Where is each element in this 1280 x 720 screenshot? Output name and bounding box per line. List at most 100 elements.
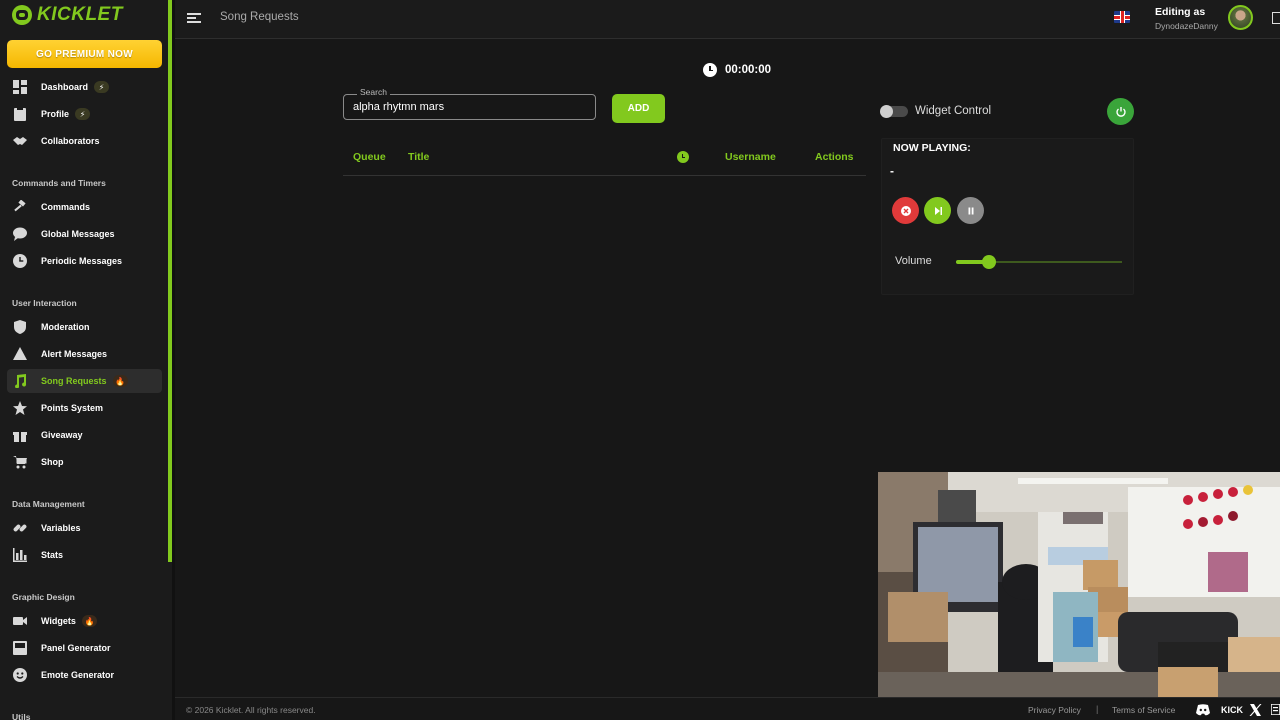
gift-icon <box>13 428 27 442</box>
column-title[interactable]: Title <box>408 151 429 163</box>
sidebar-item-shop[interactable]: Shop <box>7 450 162 474</box>
profile-icon <box>13 107 27 121</box>
sidebar-item-variables[interactable]: Variables <box>7 516 162 540</box>
sidebar-item-alert-messages[interactable]: Alert Messages <box>7 342 162 366</box>
go-premium-button[interactable]: GO PREMIUM NOW <box>7 40 162 68</box>
search-input[interactable] <box>353 99 588 115</box>
section-data-management: Data Management <box>12 499 85 509</box>
sidebar-item-label: Panel Generator <box>41 643 111 653</box>
search-field[interactable]: Search <box>343 87 596 120</box>
sidebar-item-points-system[interactable]: Points System <box>7 396 162 420</box>
column-username[interactable]: Username <box>725 151 776 163</box>
terms-of-service-link[interactable]: Terms of Service <box>1112 705 1175 715</box>
shield-icon <box>13 320 27 334</box>
pause-button[interactable] <box>957 197 984 224</box>
footer-separator: | <box>1096 704 1099 714</box>
avatar[interactable] <box>1228 5 1253 30</box>
sidebar-item-panel-generator[interactable]: Panel Generator <box>7 636 162 660</box>
pause-icon <box>968 207 973 214</box>
x-twitter-icon[interactable] <box>1248 703 1262 716</box>
copyright-text: © 2026 Kicklet. All rights reserved. <box>186 705 316 715</box>
power-button[interactable] <box>1107 98 1134 125</box>
dashboard-icon <box>13 80 27 94</box>
sidebar-item-widgets[interactable]: Widgets 🔥 <box>7 609 162 633</box>
sidebar-item-label: Alert Messages <box>41 349 108 359</box>
now-playing-track: - <box>890 164 894 178</box>
sidebar-item-label: Shop <box>41 457 64 467</box>
page-title: Song Requests <box>220 11 299 23</box>
clock-icon <box>13 254 27 268</box>
logout-icon[interactable] <box>1272 12 1280 24</box>
sidebar-item-stats[interactable]: Stats <box>7 543 162 567</box>
column-actions: Actions <box>815 151 854 163</box>
volume-slider-thumb[interactable] <box>982 255 997 269</box>
music-icon <box>13 374 27 388</box>
video-icon <box>13 614 27 628</box>
link-icon <box>13 521 27 535</box>
sidebar-item-dashboard[interactable]: Dashboard ⚡ <box>7 75 162 99</box>
star-icon <box>13 401 27 415</box>
editing-username: DynodazeDanny <box>1155 21 1218 31</box>
sidebar-item-collaborators[interactable]: Collaborators <box>7 129 162 153</box>
timer-value: 00:00:00 <box>725 64 772 76</box>
sidebar-item-moderation[interactable]: Moderation <box>7 315 162 339</box>
sidebar-item-label: Collaborators <box>41 136 100 146</box>
duration-clock-icon <box>677 151 689 163</box>
kick-icon[interactable]: KICK <box>1221 703 1243 716</box>
skip-remove-button[interactable] <box>892 197 919 224</box>
webcam-overlay <box>878 472 1280 698</box>
chat-icon <box>13 227 27 241</box>
sidebar-item-label: Periodic Messages <box>41 256 123 266</box>
privacy-policy-link[interactable]: Privacy Policy <box>1028 705 1081 715</box>
sidebar-item-global-messages[interactable]: Global Messages <box>7 222 162 246</box>
footer: © 2026 Kicklet. All rights reserved. Pri… <box>175 697 1280 720</box>
widget-control-label: Widget Control <box>915 105 992 117</box>
sidebar-item-label: Giveaway <box>41 430 83 440</box>
sidebar-item-label: Variables <box>41 523 81 533</box>
gavel-icon <box>13 200 27 214</box>
sidebar-item-label: Global Messages <box>41 229 115 239</box>
menu-icon[interactable] <box>1270 703 1280 716</box>
power-icon <box>1115 106 1126 117</box>
top-bar: Song Requests Editing as DynodazeDanny <box>175 0 1280 39</box>
sidebar-item-label: Moderation <box>41 322 90 332</box>
sidebar-item-commands[interactable]: Commands <box>7 195 162 219</box>
sidebar-item-periodic-messages[interactable]: Periodic Messages <box>7 249 162 273</box>
section-commands-and-timers: Commands and Timers <box>12 178 106 188</box>
song-queue-table-header: Queue Title Username Actions <box>343 143 866 176</box>
sidebar-item-giveaway[interactable]: Giveaway <box>7 423 162 447</box>
emote-icon <box>13 668 27 682</box>
now-playing-panel: NOW PLAYING: - Volume <box>881 138 1134 295</box>
uk-flag-icon[interactable] <box>1114 11 1130 23</box>
sidebar-item-emote-generator[interactable]: Emote Generator <box>7 663 162 687</box>
discord-icon[interactable] <box>1194 703 1212 716</box>
add-button[interactable]: ADD <box>612 94 665 123</box>
sidebar-item-profile[interactable]: Profile ⚡ <box>7 102 162 126</box>
fire-badge: 🔥 <box>81 615 97 627</box>
now-playing-title: NOW PLAYING: <box>893 142 971 154</box>
menu-collapse-icon[interactable] <box>187 11 201 25</box>
bar-chart-icon <box>13 548 27 562</box>
sidebar-item-label: Emote Generator <box>41 670 115 680</box>
cart-icon <box>13 455 27 469</box>
lightning-badge: ⚡ <box>75 108 91 120</box>
sidebar-item-label: Profile <box>41 109 70 119</box>
section-utils: Utils <box>12 712 31 720</box>
panel-icon <box>13 641 27 655</box>
section-graphic-design: Graphic Design <box>12 592 75 602</box>
queue-timer: 00:00:00 <box>703 63 771 77</box>
sidebar-item-label: Stats <box>41 550 64 560</box>
lightning-badge: ⚡ <box>94 81 110 93</box>
play-next-button[interactable] <box>924 197 951 224</box>
kicklet-logo[interactable]: KICKLET <box>12 4 123 26</box>
sidebar-item-label: Points System <box>41 403 104 413</box>
close-circle-icon <box>900 205 911 216</box>
clock-icon <box>703 63 717 77</box>
section-user-interaction: User Interaction <box>12 298 77 308</box>
column-queue[interactable]: Queue <box>353 151 386 163</box>
app-name: KICKLET <box>37 4 123 25</box>
raccoon-logo-icon <box>12 5 32 25</box>
sidebar-item-song-requests[interactable]: Song Requests 🔥 <box>7 369 162 393</box>
editing-as-label: Editing as <box>1155 6 1206 18</box>
widget-control-toggle[interactable] <box>880 105 908 118</box>
